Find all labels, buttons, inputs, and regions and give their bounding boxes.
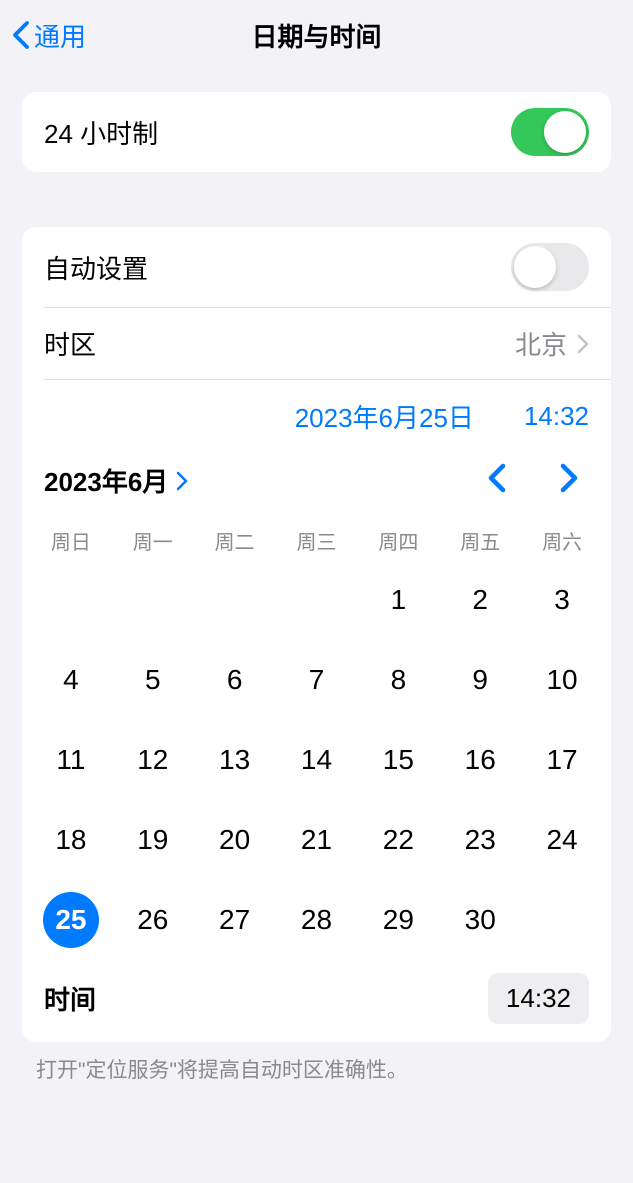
day-cell[interactable]: 29	[357, 889, 439, 951]
day-cell[interactable]: 17	[521, 729, 603, 791]
time-picker-button[interactable]: 14:32	[488, 973, 589, 1024]
day-cell[interactable]: 4	[30, 649, 112, 711]
calendar-grid: 1234567891011121314151617181920212223242…	[22, 561, 611, 965]
day-cell[interactable]: 2	[439, 569, 521, 631]
day-cell-empty	[112, 569, 194, 631]
prev-month-button[interactable]	[483, 459, 511, 502]
day-cell-empty	[30, 569, 112, 631]
timezone-value: 北京	[515, 325, 567, 362]
month-picker-button[interactable]: 2023年6月	[44, 462, 188, 499]
weekday-label: 周一	[112, 526, 194, 555]
day-cell[interactable]: 5	[112, 649, 194, 711]
day-cell[interactable]: 13	[194, 729, 276, 791]
day-cell[interactable]: 16	[439, 729, 521, 791]
row-auto-set: 自动设置	[44, 227, 611, 308]
row-24-hour: 24 小时制	[22, 92, 611, 172]
auto-set-label: 自动设置	[44, 249, 148, 286]
day-cell[interactable]: 24	[521, 809, 603, 871]
chevron-left-icon	[487, 463, 507, 493]
weekday-label: 周日	[30, 526, 112, 555]
page-title: 日期与时间	[251, 17, 381, 54]
section-hour-format: 24 小时制	[22, 92, 611, 172]
day-cell[interactable]: 23	[439, 809, 521, 871]
day-cell[interactable]: 8	[357, 649, 439, 711]
day-cell[interactable]: 18	[30, 809, 112, 871]
day-cell[interactable]: 15	[357, 729, 439, 791]
calendar-month-nav: 2023年6月	[22, 439, 611, 512]
timezone-value-container: 北京	[515, 325, 589, 362]
chevron-right-icon	[559, 463, 579, 493]
chevron-right-icon	[577, 334, 589, 354]
back-label: 通用	[34, 17, 86, 54]
day-cell[interactable]: 10	[521, 649, 603, 711]
day-cell[interactable]: 19	[112, 809, 194, 871]
day-cell[interactable]: 1	[357, 569, 439, 631]
month-nav-arrows	[483, 459, 583, 502]
day-cell-empty	[194, 569, 276, 631]
weekday-label: 周二	[194, 526, 276, 555]
back-button[interactable]: 通用	[8, 13, 90, 58]
weekday-header: 周日周一周二周三周四周五周六	[22, 512, 611, 561]
weekday-label: 周六	[521, 526, 603, 555]
toggle-knob	[544, 111, 586, 153]
day-cell[interactable]: 6	[194, 649, 276, 711]
day-cell[interactable]: 11	[30, 729, 112, 791]
next-month-button[interactable]	[555, 459, 583, 502]
row-datetime-display: 2023年6月25日 14:32	[22, 380, 611, 439]
day-cell[interactable]: 7	[276, 649, 358, 711]
chevron-left-icon	[12, 20, 30, 50]
row-time: 时间 14:32	[22, 965, 611, 1042]
weekday-label: 周五	[439, 526, 521, 555]
day-cell[interactable]: 20	[194, 809, 276, 871]
footer-hint: 打开"定位服务"将提高自动时区准确性。	[0, 1042, 633, 1096]
day-cell[interactable]: 9	[439, 649, 521, 711]
header-bar: 通用 日期与时间	[0, 0, 633, 70]
hour24-toggle[interactable]	[511, 108, 589, 156]
day-cell[interactable]: 28	[276, 889, 358, 951]
day-cell[interactable]: 14	[276, 729, 358, 791]
row-timezone[interactable]: 时区 北京	[44, 308, 611, 380]
day-cell[interactable]: 21	[276, 809, 358, 871]
day-cell[interactable]: 25	[30, 889, 112, 951]
weekday-label: 周四	[357, 526, 439, 555]
day-cell-empty	[276, 569, 358, 631]
month-label: 2023年6月	[44, 462, 168, 499]
toggle-knob	[514, 246, 556, 288]
day-cell[interactable]: 27	[194, 889, 276, 951]
auto-set-toggle[interactable]	[511, 243, 589, 291]
day-cell[interactable]: 12	[112, 729, 194, 791]
day-cell[interactable]: 26	[112, 889, 194, 951]
hour24-label: 24 小时制	[44, 114, 158, 151]
chevron-right-icon	[176, 471, 188, 491]
timezone-label: 时区	[44, 325, 96, 362]
time-display[interactable]: 14:32	[524, 401, 589, 432]
day-cell[interactable]: 3	[521, 569, 603, 631]
day-cell[interactable]: 22	[357, 809, 439, 871]
weekday-label: 周三	[276, 526, 358, 555]
date-display[interactable]: 2023年6月25日	[295, 398, 474, 435]
time-label: 时间	[44, 980, 96, 1017]
day-cell[interactable]: 30	[439, 889, 521, 951]
section-datetime: 自动设置 时区 北京 2023年6月25日 14:32 2023年6月 周日周一…	[22, 227, 611, 1042]
